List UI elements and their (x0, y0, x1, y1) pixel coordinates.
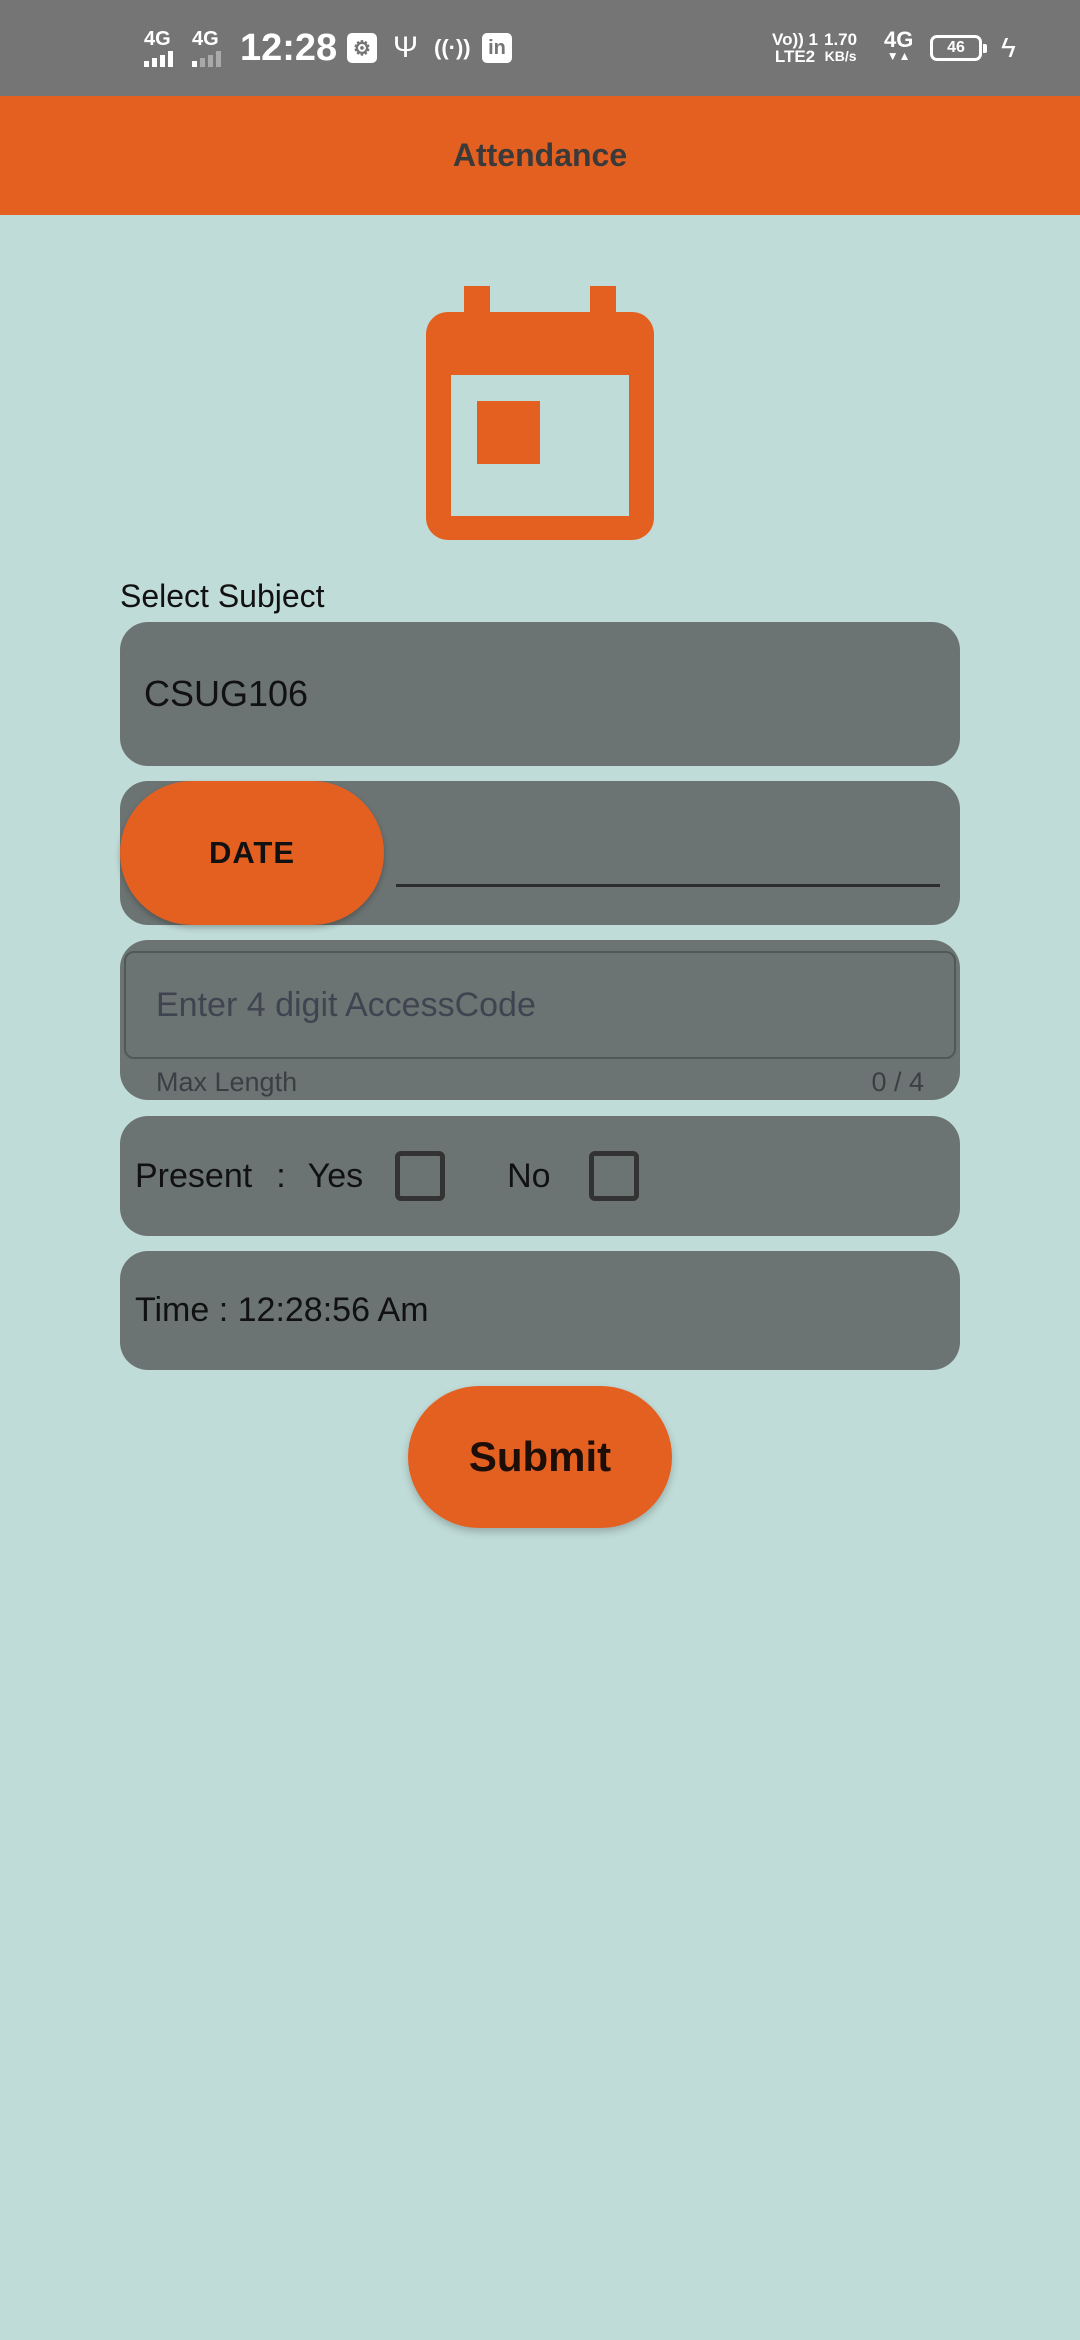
subject-selected-value: CSUG106 (144, 673, 309, 714)
speed-unit: KB/s (824, 48, 857, 64)
lte-label: LTE2 (774, 47, 816, 66)
network-type-label: 4G (884, 27, 914, 52)
subject-dropdown[interactable]: CSUG106 (120, 622, 960, 766)
submit-button[interactable]: Submit (408, 1386, 672, 1528)
battery-level: 46 (930, 35, 987, 61)
present-row: Present : Yes No (120, 1116, 960, 1236)
yes-label: Yes (307, 1156, 364, 1195)
date-row: DATE (120, 781, 960, 925)
select-subject-label: Select Subject (120, 578, 325, 614)
network-speed: 1.70 KB/s (824, 0, 857, 96)
time-display: Time : 12:28:56 Am (120, 1251, 960, 1370)
yes-checkbox[interactable] (395, 1151, 446, 1201)
network-type-label: 4G (192, 28, 219, 50)
volte-indicator: Vo)) 1 LTE2 (772, 0, 818, 96)
data-network-indicator: 4G ▼▲ (884, 0, 913, 96)
page-title: Attendance (452, 137, 628, 173)
no-checkbox[interactable] (588, 1151, 639, 1201)
usb-settings-icon: ⚙ (347, 0, 377, 96)
no-label: No (507, 1156, 551, 1195)
charging-icon: ϟ (1001, 32, 1016, 63)
speed-value: 1.70 (824, 30, 858, 49)
volte-label: Vo)) 1 (772, 30, 818, 49)
time-text: Time : 12:28:56 Am (135, 1291, 429, 1329)
access-code-input[interactable] (124, 951, 956, 1059)
usb-icon: Ψ (393, 31, 419, 64)
hotspot-icon: ((·)) (434, 35, 471, 60)
present-separator: : (276, 1156, 286, 1195)
data-arrows-icon: ▼▲ (886, 49, 911, 63)
access-code-counter: 0 / 4 (871, 1067, 924, 1097)
app-bar: Attendance (0, 96, 1080, 215)
status-clock: 12:28 (240, 26, 338, 69)
linkedin-icon: in (482, 0, 512, 96)
date-field-underline[interactable] (396, 884, 940, 887)
battery-icon: 46 (930, 0, 987, 96)
present-label: Present (135, 1156, 253, 1195)
status-bar: 4G 4G 12:28 ⚙ Ψ ((·)) in Vo)) 1 LTE2 1.70… (0, 0, 1080, 96)
signal-sim2: 4G (192, 0, 221, 96)
signal-bars-icon (144, 51, 173, 67)
date-button[interactable]: DATE (120, 781, 384, 925)
network-type-label: 4G (144, 28, 171, 50)
signal-sim1: 4G (144, 0, 173, 96)
calendar-icon (426, 286, 654, 540)
access-code-helper: Max Length (156, 1067, 298, 1097)
signal-bars-icon (192, 51, 221, 67)
